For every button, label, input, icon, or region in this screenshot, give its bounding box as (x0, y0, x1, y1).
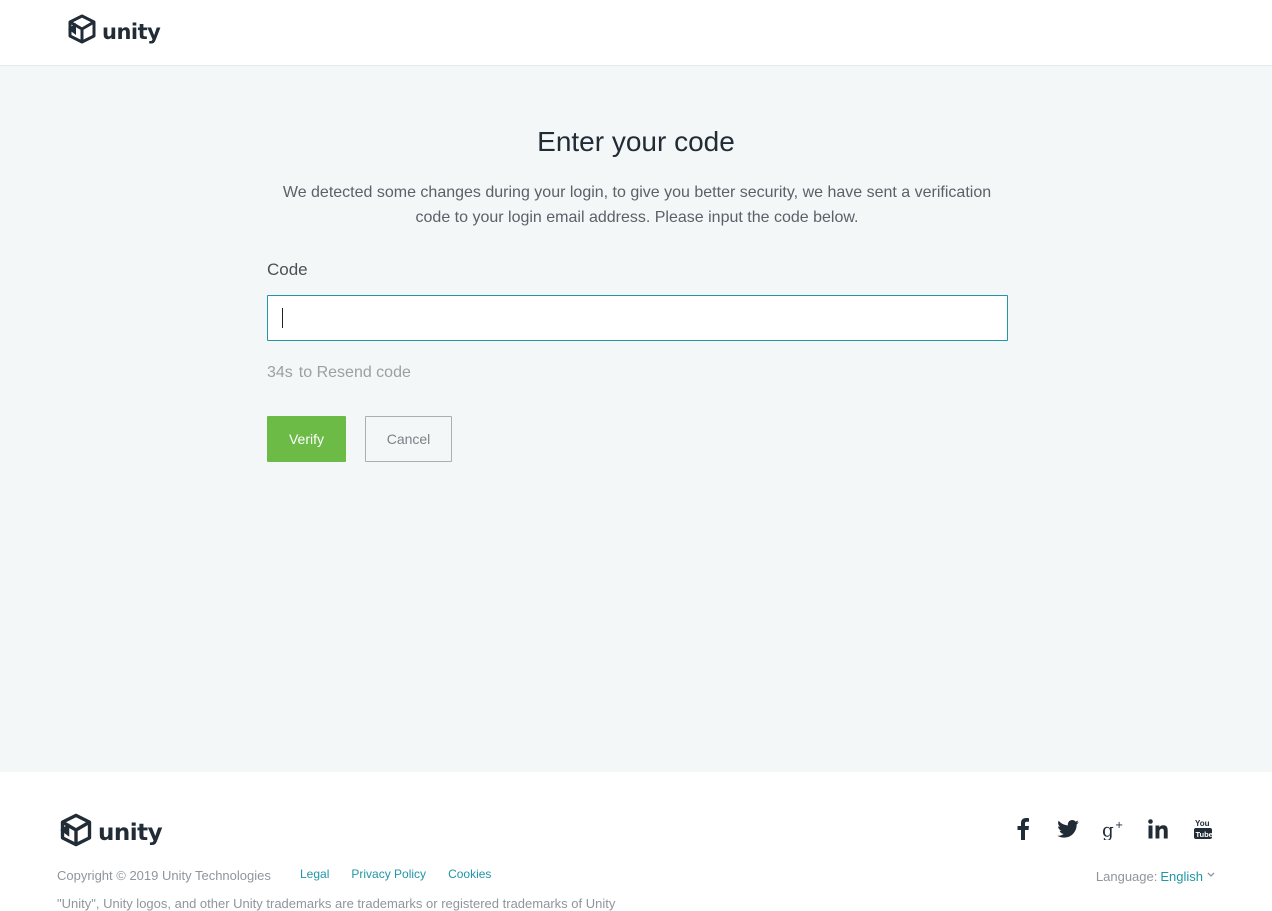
footer-links: Legal Privacy Policy Cookies (300, 867, 513, 881)
social-links: g + You Tube (1012, 818, 1214, 840)
footer-logo-text: unity (98, 819, 163, 846)
language-selector: Language: English (1096, 869, 1215, 884)
google-plus-icon[interactable]: g + (1102, 818, 1124, 840)
language-dropdown[interactable]: English (1160, 869, 1203, 884)
facebook-icon[interactable] (1012, 818, 1034, 840)
svg-text:Tube: Tube (1196, 830, 1213, 839)
description: We detected some changes during your log… (282, 184, 992, 226)
language-label: Language: (1095, 869, 1158, 884)
chevron-down-icon[interactable] (1207, 866, 1215, 881)
youtube-icon[interactable]: You Tube (1192, 818, 1214, 840)
cancel-button[interactable]: Cancel (365, 416, 452, 462)
unity-logo[interactable]: unity (66, 13, 161, 50)
unity-cube-icon (66, 13, 98, 50)
page-title: Enter your code (537, 126, 735, 157)
twitter-icon[interactable] (1057, 818, 1079, 840)
linkedin-icon[interactable] (1147, 818, 1169, 840)
svg-text:+: + (1115, 820, 1123, 831)
verify-button[interactable]: Verify (267, 416, 346, 462)
trademark-notice: "Unity", Unity logos, and other Unity tr… (57, 896, 616, 911)
legal-link[interactable]: Legal (300, 867, 329, 881)
svg-text:g: g (1102, 820, 1114, 840)
resend-label: to Resend code (298, 364, 411, 381)
code-label: Code (267, 260, 308, 279)
copyright: Copyright © 2019 Unity Technologies (57, 868, 271, 883)
unity-cube-icon (58, 812, 94, 853)
resend-countdown: 34s (267, 364, 293, 381)
logo-text: unity (102, 19, 161, 44)
text-cursor (282, 308, 283, 328)
svg-text:You: You (1195, 819, 1210, 828)
footer-unity-logo[interactable]: unity (58, 812, 163, 853)
top-header: unity (0, 0, 1272, 66)
cookies-link[interactable]: Cookies (448, 867, 491, 881)
code-input[interactable] (267, 295, 1008, 341)
resend-code-text: 34s to Resend code (267, 364, 417, 382)
privacy-policy-link[interactable]: Privacy Policy (351, 867, 426, 881)
main-content: Enter your code We detected some changes… (0, 66, 1272, 772)
footer: unity g + You Tube Copyright © 2019 Unit… (0, 772, 1272, 911)
